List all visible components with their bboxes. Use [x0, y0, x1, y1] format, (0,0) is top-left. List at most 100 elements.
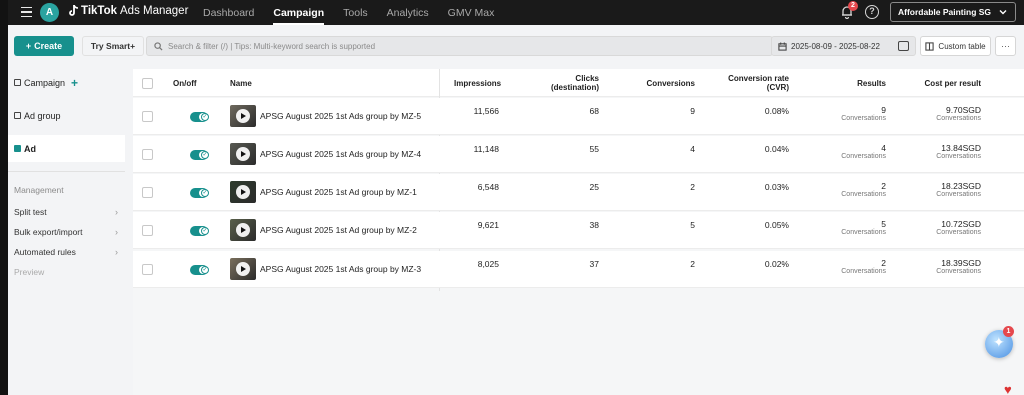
tiktok-logo-icon	[69, 5, 78, 16]
avatar[interactable]: A	[40, 3, 59, 22]
create-button[interactable]: + Create	[14, 36, 74, 56]
table-row[interactable]: ✓ APSG August 2025 1st Ad group by MZ-2 9,…	[133, 212, 1024, 249]
ad-name[interactable]: APSG August 2025 1st Ad group by MZ-1	[260, 187, 417, 197]
sidebar-divider	[8, 171, 125, 172]
sidebar-item-preview[interactable]: Preview	[14, 267, 118, 277]
toolbar: + Create Try Smart+ Search & filter (/) …	[8, 33, 1024, 59]
results-value: 9	[881, 105, 886, 115]
columns-icon	[925, 41, 935, 51]
play-icon	[236, 223, 250, 237]
ad-icon	[14, 145, 21, 152]
conversions-value: 2	[690, 182, 695, 192]
header-clicks[interactable]: Clicks (destination)	[531, 74, 599, 92]
row-checkbox[interactable]	[142, 264, 153, 275]
video-thumbnail[interactable]	[230, 181, 256, 203]
nav-analytics[interactable]: Analytics	[387, 7, 429, 19]
sidebar-item-label: Bulk export/import	[14, 227, 83, 237]
cost-per-result-value: 10.72SGD	[941, 219, 981, 229]
add-campaign-icon[interactable]: +	[71, 76, 78, 90]
table-row[interactable]: ✓ APSG August 2025 1st Ads group by MZ-4 1…	[133, 136, 1024, 173]
row-checkbox[interactable]	[142, 149, 153, 160]
ad-name[interactable]: APSG August 2025 1st Ads group by MZ-3	[260, 264, 421, 274]
brand-name-rest: Ads Manager	[120, 5, 189, 17]
header-name[interactable]: Name	[230, 79, 252, 88]
conversions-value: 9	[690, 106, 695, 116]
impressions-value: 6,548	[477, 182, 499, 192]
sidebar-item-label: Automated rules	[14, 247, 76, 257]
header-cost-per-result[interactable]: Cost per result	[903, 79, 981, 88]
folder-icon	[14, 79, 21, 86]
video-thumbnail[interactable]	[230, 219, 256, 241]
header-clicks-line2: (destination)	[551, 83, 599, 92]
cvr-value: 0.05%	[764, 220, 789, 230]
video-thumbnail[interactable]	[230, 258, 256, 280]
heart-icon[interactable]: ♥	[1004, 382, 1012, 395]
play-icon	[236, 147, 250, 161]
ad-name[interactable]: APSG August 2025 1st Ad group by MZ-2	[260, 225, 417, 235]
nav-tools[interactable]: Tools	[343, 7, 368, 19]
impressions-value: 11,148	[473, 144, 499, 154]
impressions-value: 11,566	[473, 106, 499, 116]
table-row[interactable]: ✓ APSG August 2025 1st Ads group by MZ-5 1…	[133, 98, 1024, 135]
hamburger-menu-icon[interactable]	[16, 2, 38, 22]
video-thumbnail[interactable]	[230, 105, 256, 127]
chevron-right-icon: ›	[115, 207, 118, 217]
header-results[interactable]: Results	[823, 79, 886, 88]
sidebar-item-ad[interactable]: Ad	[8, 135, 125, 162]
header-conversions[interactable]: Conversions	[623, 79, 695, 88]
more-options-button[interactable]: ···	[995, 36, 1016, 56]
cost-per-result-label: Conversations	[936, 268, 981, 275]
date-range-text: 2025-08-09 - 2025-08-22	[791, 41, 880, 51]
grid-icon	[14, 112, 21, 119]
nav-gmv-max[interactable]: GMV Max	[448, 7, 495, 19]
video-thumbnail[interactable]	[230, 143, 256, 165]
cost-per-result-label: Conversations	[936, 191, 981, 198]
results-label: Conversations	[841, 229, 886, 236]
compare-icon[interactable]	[898, 41, 909, 51]
sidebar-item-label: Ad group	[24, 110, 61, 121]
sidebar-item-ad-group[interactable]: Ad group	[8, 102, 125, 129]
row-checkbox[interactable]	[142, 225, 153, 236]
select-all-checkbox[interactable]	[142, 78, 153, 89]
cost-per-result-label: Conversations	[936, 115, 981, 122]
cvr-value: 0.02%	[764, 259, 789, 269]
chevron-right-icon: ›	[115, 247, 118, 257]
calendar-icon	[778, 41, 787, 51]
search-icon	[154, 41, 163, 51]
brand-name-bold: TikTok	[81, 5, 117, 17]
ad-name[interactable]: APSG August 2025 1st Ads group by MZ-4	[260, 149, 421, 159]
row-checkbox[interactable]	[142, 187, 153, 198]
try-smart-button[interactable]: Try Smart+	[82, 36, 144, 56]
table-row[interactable]: ✓ APSG August 2025 1st Ad group by MZ-1 6,…	[133, 174, 1024, 211]
brand-logo[interactable]: TikTok Ads Manager	[68, 5, 188, 17]
row-checkbox[interactable]	[142, 111, 153, 122]
search-input[interactable]: Search & filter (/) | Tips: Multi-keywor…	[146, 36, 773, 56]
cost-per-result-value: 9.70SGD	[946, 105, 981, 115]
help-icon[interactable]: ?	[865, 5, 879, 19]
search-placeholder: Search & filter (/) | Tips: Multi-keywor…	[168, 41, 376, 51]
nav-dashboard[interactable]: Dashboard	[203, 7, 254, 19]
management-heading: Management	[14, 185, 64, 195]
sidebar-item-label: Ad	[24, 143, 36, 154]
top-nav: A TikTok Ads Manager Dashboard Campaign …	[8, 0, 1024, 25]
sidebar-item-campaign[interactable]: Campaign +	[8, 69, 125, 96]
notification-badge: 2	[848, 1, 858, 11]
header-cvr[interactable]: Conversion rate (CVR)	[713, 74, 789, 92]
table-row[interactable]: ✓ APSG August 2025 1st Ads group by MZ-3 8…	[133, 251, 1024, 288]
header-impressions[interactable]: Impressions	[454, 79, 501, 88]
active-check-icon: ✓	[201, 151, 209, 159]
clicks-value: 55	[589, 144, 599, 154]
custom-table-button[interactable]: Custom table	[920, 36, 991, 56]
account-select[interactable]: Affordable Painting SG	[890, 2, 1016, 22]
sidebar-item-bulk-export[interactable]: Bulk export/import ›	[14, 227, 118, 237]
sidebar-item-automated-rules[interactable]: Automated rules ›	[14, 247, 118, 257]
date-range-picker[interactable]: 2025-08-09 - 2025-08-22	[771, 36, 916, 56]
nav-campaign[interactable]: Campaign	[273, 7, 324, 25]
active-check-icon: ✓	[201, 189, 209, 197]
sidebar-item-split-test[interactable]: Split test ›	[14, 207, 118, 217]
conversions-value: 5	[690, 220, 695, 230]
header-onoff[interactable]: On/off	[173, 79, 197, 88]
ad-name[interactable]: APSG August 2025 1st Ads group by MZ-5	[260, 111, 421, 121]
results-label: Conversations	[841, 153, 886, 160]
account-name: Affordable Painting SG	[898, 7, 992, 17]
